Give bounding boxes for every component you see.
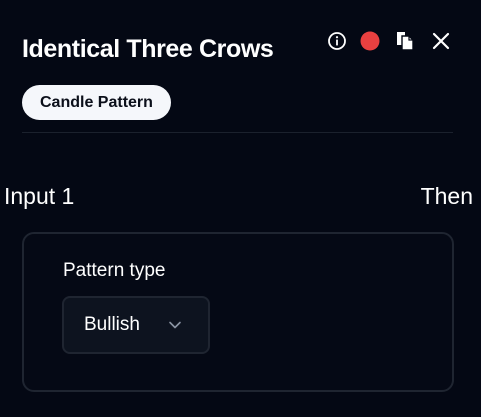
record-icon[interactable] bbox=[359, 30, 381, 52]
info-icon[interactable] bbox=[326, 30, 348, 52]
category-tag: Candle Pattern bbox=[22, 85, 171, 120]
panel-title: Identical Three Crows bbox=[22, 35, 274, 63]
pattern-type-select[interactable]: Bullish bbox=[62, 296, 210, 354]
close-icon[interactable] bbox=[430, 30, 452, 52]
pattern-type-value: Bullish bbox=[84, 314, 140, 335]
then-port-label: Then bbox=[420, 183, 473, 209]
copy-icon[interactable] bbox=[394, 30, 416, 52]
chevron-down-icon bbox=[168, 318, 182, 332]
header-divider bbox=[22, 132, 453, 133]
node-panel: Identical Three Crows Candle Pattern Inp… bbox=[0, 0, 481, 417]
settings-card: Pattern type Bullish bbox=[22, 232, 454, 392]
pattern-type-label: Pattern type bbox=[63, 260, 166, 281]
input-port-label: Input 1 bbox=[4, 183, 75, 209]
